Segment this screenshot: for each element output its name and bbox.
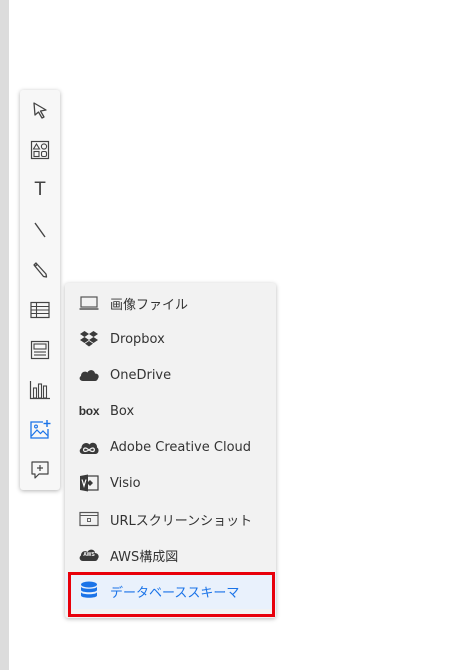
pencil-icon — [31, 261, 49, 279]
left-edge-rail — [0, 0, 9, 670]
database-icon — [78, 580, 100, 602]
tool-shapes[interactable] — [20, 131, 60, 169]
menu-item-label: Dropbox — [110, 331, 165, 347]
shapes-icon — [30, 140, 50, 160]
menu-item-image-file[interactable]: 画像ファイル — [65, 285, 276, 321]
line-icon — [31, 221, 49, 239]
image-source-menu: 画像ファイル Dropbox OneDrive box Box Adobe Cr… — [65, 283, 276, 618]
tool-line[interactable] — [20, 211, 60, 249]
aws-logo-text: AWS — [83, 552, 95, 558]
adobe-creative-cloud-icon — [78, 436, 100, 458]
vertical-toolbar: T — [20, 90, 60, 490]
menu-item-database-schema[interactable]: データベーススキーマ — [65, 573, 276, 609]
bar-chart-icon — [29, 380, 51, 400]
onedrive-cloud-icon — [78, 364, 100, 386]
menu-item-adobe-creative-cloud[interactable]: Adobe Creative Cloud — [65, 429, 276, 465]
menu-item-url-screenshot[interactable]: URLスクリーンショット — [65, 501, 276, 537]
menu-item-dropbox[interactable]: Dropbox — [65, 321, 276, 357]
tool-insert-image[interactable] — [20, 411, 60, 449]
menu-item-label: Adobe Creative Cloud — [110, 439, 252, 455]
card-icon — [30, 340, 50, 360]
menu-item-visio[interactable]: Visio — [65, 465, 276, 501]
menu-item-onedrive[interactable]: OneDrive — [65, 357, 276, 393]
menu-item-box[interactable]: box Box — [65, 393, 276, 429]
tool-pencil[interactable] — [20, 251, 60, 289]
tool-select[interactable] — [20, 91, 60, 129]
visio-icon — [78, 472, 100, 494]
text-icon: T — [34, 179, 46, 200]
menu-item-label: Visio — [110, 475, 141, 491]
tool-card[interactable] — [20, 331, 60, 369]
menu-item-label: OneDrive — [110, 367, 172, 383]
aws-cloud-icon: AWS — [78, 544, 100, 566]
monitor-icon — [78, 292, 100, 314]
cursor-arrow-icon — [31, 101, 49, 119]
tool-table[interactable] — [20, 291, 60, 329]
menu-item-label: データベーススキーマ — [110, 585, 240, 601]
menu-item-aws-diagram[interactable]: AWS AWS構成図 — [65, 537, 276, 573]
box-logo-icon: box — [78, 404, 100, 418]
table-icon — [30, 301, 50, 319]
tool-add-comment[interactable] — [20, 451, 60, 489]
insert-image-icon — [29, 419, 51, 441]
tool-chart[interactable] — [20, 371, 60, 409]
menu-item-label: URLスクリーンショット — [110, 513, 253, 529]
dropbox-icon — [78, 328, 100, 350]
tool-text[interactable]: T — [20, 171, 60, 209]
menu-item-label: AWS構成図 — [110, 549, 179, 565]
browser-window-icon — [78, 508, 100, 530]
add-comment-icon — [30, 460, 50, 480]
menu-item-label: Box — [110, 403, 135, 419]
menu-item-label: 画像ファイル — [110, 297, 189, 313]
